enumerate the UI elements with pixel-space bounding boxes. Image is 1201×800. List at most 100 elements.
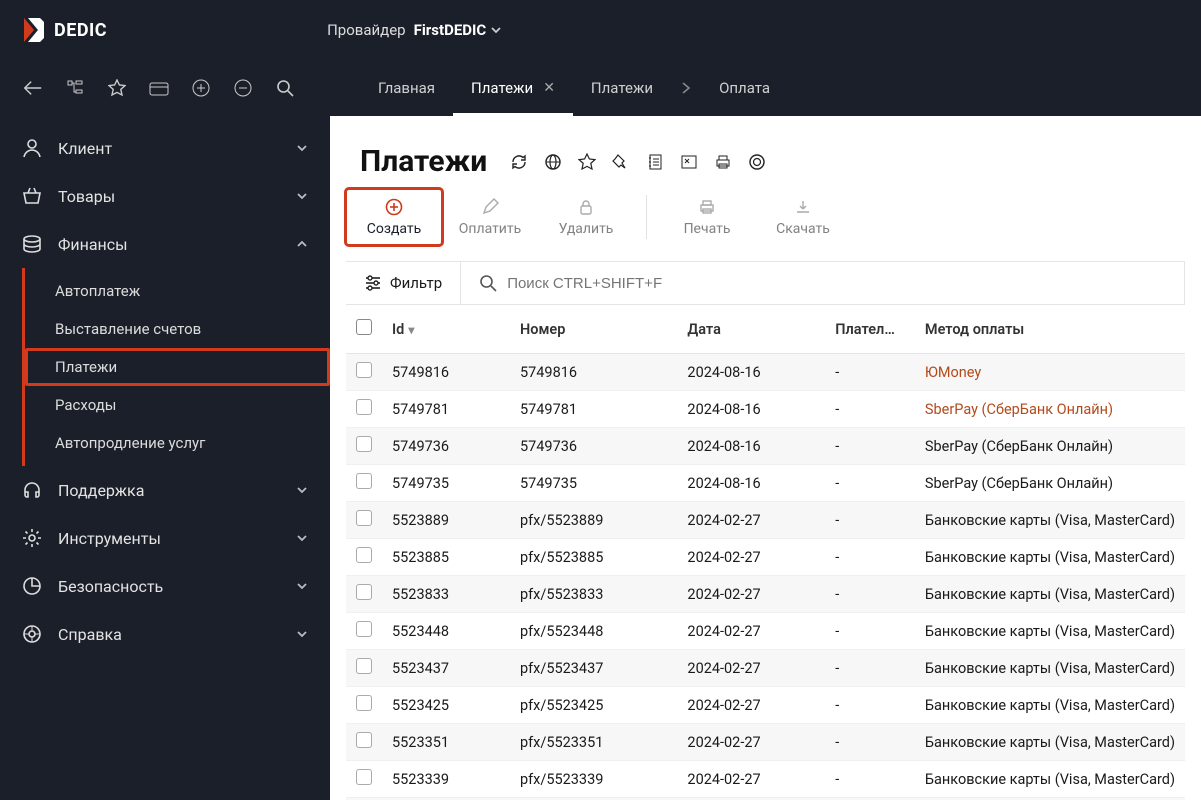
search-area[interactable] (461, 262, 1185, 304)
sidebar-sub-payments[interactable]: Платежи (25, 348, 330, 386)
image-x-icon[interactable] (679, 152, 699, 172)
table-row[interactable]: 5523425pfx/55234252024-02-27-Банковские … (346, 687, 1185, 724)
col-header-date[interactable]: Дата (677, 305, 825, 354)
search-icon[interactable] (274, 77, 296, 99)
table-row[interactable]: 574978157497812024-08-16-SberPay (СберБа… (346, 391, 1185, 428)
refresh-icon[interactable] (509, 152, 529, 172)
sidebar-item-tools[interactable]: Инструменты (0, 514, 330, 562)
minus-circle-icon[interactable] (232, 77, 254, 99)
star-outline-icon[interactable] (577, 152, 597, 172)
notes-icon[interactable] (645, 152, 665, 172)
cell-date: 2024-08-16 (677, 465, 825, 502)
row-checkbox[interactable] (356, 658, 372, 674)
close-icon[interactable]: ✕ (543, 80, 555, 96)
table-row[interactable]: 5523448pfx/55234482024-02-27-Банковские … (346, 613, 1185, 650)
row-checkbox[interactable] (356, 510, 372, 526)
card-icon[interactable] (148, 77, 170, 99)
row-checkbox[interactable] (356, 436, 372, 452)
cell-date: 2024-02-27 (677, 613, 825, 650)
action-label: Создать (367, 221, 422, 237)
sidebar-item-security[interactable]: Безопасность (0, 562, 330, 610)
table-row[interactable]: 5523339pfx/55233392024-02-27-Банковские … (346, 761, 1185, 798)
cell-method: SberPay (СберБанк Онлайн) (915, 428, 1185, 465)
tab-payments-active[interactable]: Платежи ✕ (453, 60, 573, 116)
target-icon[interactable] (747, 152, 767, 172)
row-checkbox[interactable] (356, 621, 372, 637)
print-icon (697, 197, 717, 217)
sidebar-sublist-finance: Автоплатеж Выставление счетов Платежи Ра… (22, 268, 330, 466)
pay-button[interactable]: Оплатить (442, 189, 538, 245)
table-row[interactable]: 5523833pfx/55238332024-02-27-Банковские … (346, 576, 1185, 613)
sidebar-item-help[interactable]: Справка (0, 610, 330, 658)
provider-selector[interactable]: Провайдер FirstDEDIC (327, 21, 502, 39)
payments-table: Id▾ Номер Дата Плател… Метод оплаты 5749… (346, 305, 1185, 800)
table-row[interactable]: 574981657498162024-08-16-ЮMoney (346, 354, 1185, 391)
plus-icon (384, 197, 404, 217)
page-title: Платежи (360, 144, 487, 179)
table-row[interactable]: 5523889pfx/55238892024-02-27-Банковские … (346, 502, 1185, 539)
sidebar-item-support[interactable]: Поддержка (0, 466, 330, 514)
col-header-method[interactable]: Метод оплаты (915, 305, 1185, 354)
cell-method: ЮMoney (915, 354, 1185, 391)
cell-date: 2024-08-16 (677, 428, 825, 465)
tree-icon[interactable] (64, 77, 86, 99)
sidebar-item-label: Справка (58, 625, 122, 644)
search-input[interactable] (507, 275, 1166, 292)
delete-button[interactable]: Удалить (538, 189, 634, 245)
row-checkbox[interactable] (356, 399, 372, 415)
cell-date: 2024-02-27 (677, 724, 825, 761)
cell-id: 5749781 (382, 391, 510, 428)
sidebar-item-client[interactable]: Клиент (0, 124, 330, 172)
globe-icon[interactable] (543, 152, 563, 172)
pin-icon[interactable] (611, 152, 631, 172)
sidebar-sub-invoicing[interactable]: Выставление счетов (25, 310, 330, 348)
cell-date: 2024-08-16 (677, 391, 825, 428)
sidebar-item-label: Клиент (58, 139, 112, 158)
filter-button[interactable]: Фильтр (346, 262, 461, 304)
sidebar-sub-autopay[interactable]: Автоплатеж (25, 272, 330, 310)
sidebar-item-finance[interactable]: Финансы (0, 220, 330, 268)
coins-icon (20, 232, 44, 256)
cell-method: Банковские карты (Visa, MasterCard) (915, 724, 1185, 761)
filter-row: Фильтр (346, 261, 1185, 305)
col-header-payer[interactable]: Плател… (825, 305, 915, 354)
create-button[interactable]: Создать (346, 189, 442, 245)
chevron-right-icon (671, 60, 701, 116)
tab-pay[interactable]: Оплата (701, 60, 788, 116)
sidebar-sub-autorenew[interactable]: Автопродление услуг (25, 424, 330, 462)
table-row[interactable]: 574973657497362024-08-16-SberPay (СберБа… (346, 428, 1185, 465)
user-icon (20, 136, 44, 160)
table-row[interactable]: 5523351pfx/55233512024-02-27-Банковские … (346, 724, 1185, 761)
sidebar-item-products[interactable]: Товары (0, 172, 330, 220)
plus-circle-icon[interactable] (190, 77, 212, 99)
sidebar-sub-expenses[interactable]: Расходы (25, 386, 330, 424)
table-row[interactable]: 574973557497352024-08-16-SberPay (СберБа… (346, 465, 1185, 502)
back-icon[interactable] (22, 77, 44, 99)
printer-icon[interactable] (713, 152, 733, 172)
download-button[interactable]: Скачать (755, 189, 851, 245)
row-checkbox[interactable] (356, 362, 372, 378)
row-checkbox[interactable] (356, 769, 372, 785)
star-icon[interactable] (106, 77, 128, 99)
row-checkbox[interactable] (356, 547, 372, 563)
row-checkbox[interactable] (356, 473, 372, 489)
row-checkbox[interactable] (356, 695, 372, 711)
col-header-number[interactable]: Номер (510, 305, 677, 354)
col-header-id[interactable]: Id▾ (382, 305, 510, 354)
action-bar: Создать Оплатить Удалить Печать Ска (330, 189, 1201, 261)
cell-number: pfx/5523833 (510, 576, 677, 613)
cell-id: 5749736 (382, 428, 510, 465)
print-button[interactable]: Печать (659, 189, 755, 245)
cell-payer: - (825, 391, 915, 428)
logo[interactable]: DEDIC (20, 16, 107, 44)
tab-payments-2[interactable]: Платежи (573, 60, 671, 116)
action-label: Скачать (776, 221, 830, 237)
row-checkbox[interactable] (356, 584, 372, 600)
cell-payer: - (825, 613, 915, 650)
row-checkbox[interactable] (356, 732, 372, 748)
tab-home[interactable]: Главная (360, 60, 453, 116)
table-row[interactable]: 5523885pfx/55238852024-02-27-Банковские … (346, 539, 1185, 576)
select-all-checkbox[interactable] (356, 319, 372, 335)
table-row[interactable]: 5523437pfx/55234372024-02-27-Банковские … (346, 650, 1185, 687)
cell-payer: - (825, 465, 915, 502)
